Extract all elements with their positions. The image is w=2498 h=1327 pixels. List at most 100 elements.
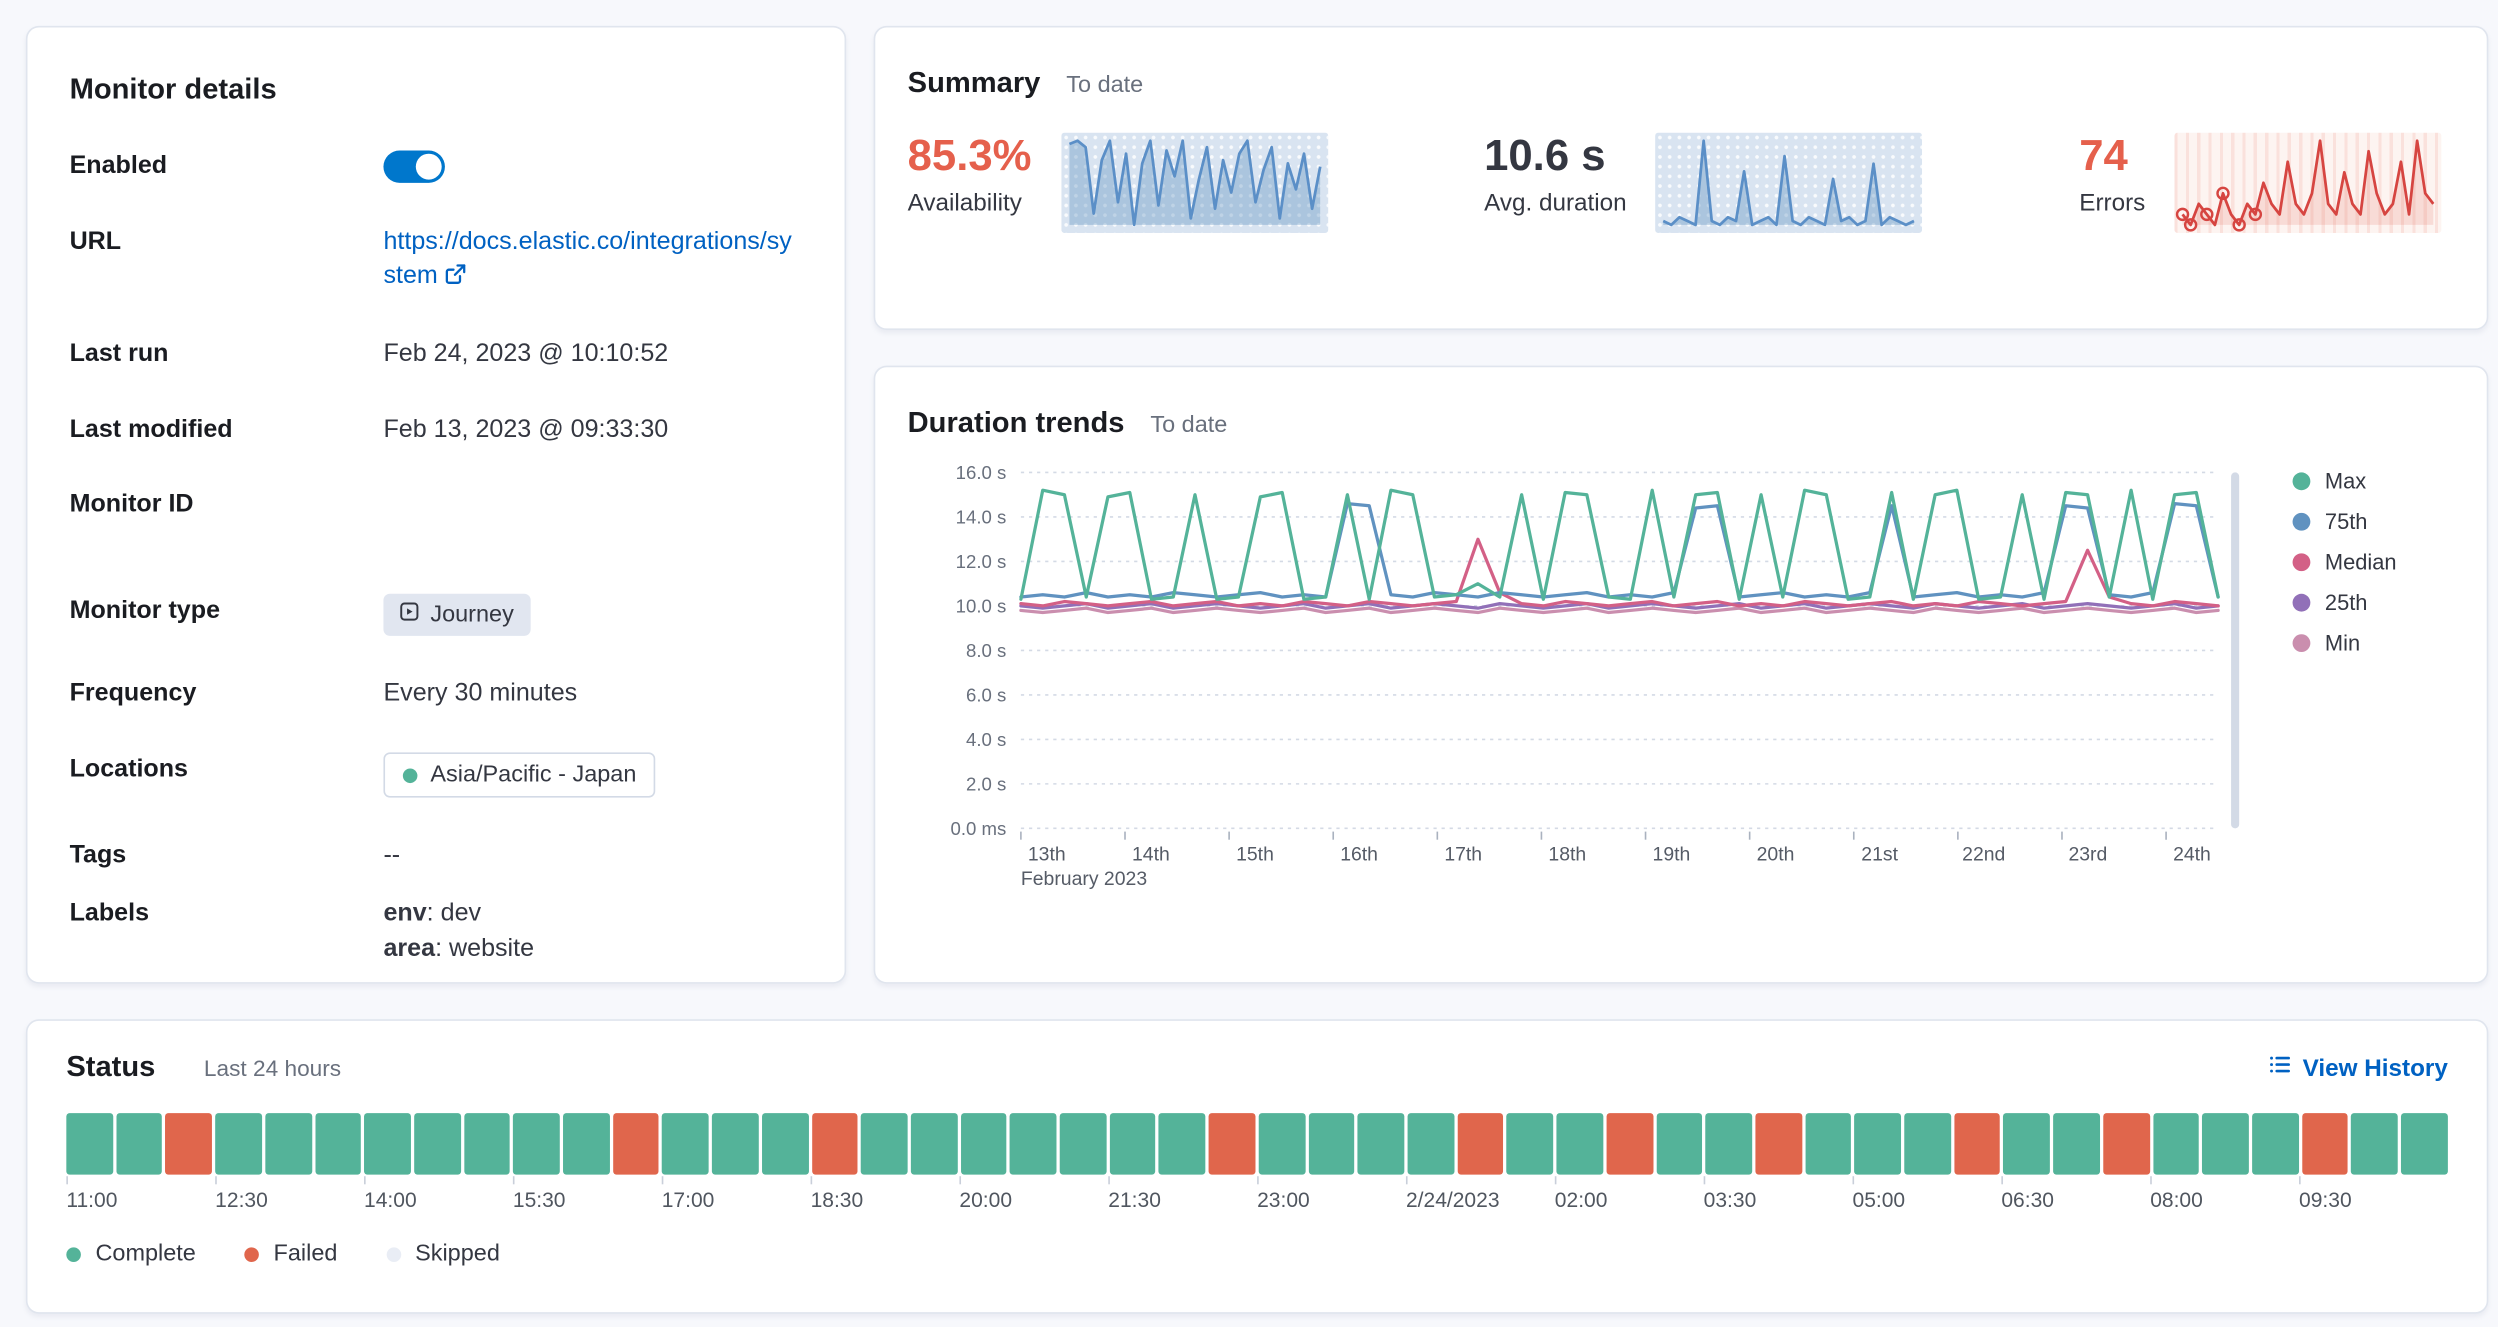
legend-label: 75th: [2325, 510, 2368, 534]
frequency-value: Every 30 minutes: [383, 677, 802, 712]
last-run-label: Last run: [70, 337, 384, 372]
label-env: env: dev: [383, 896, 802, 931]
monitor-id-label: Monitor ID: [70, 488, 384, 523]
status-segment-complete[interactable]: [315, 1113, 361, 1174]
errors_spark-svg: [2174, 133, 2441, 233]
legend-item-median[interactable]: Median: [2293, 550, 2397, 574]
row-monitor-id: Monitor ID: [70, 488, 803, 523]
view-history-link[interactable]: View History: [2269, 1053, 2448, 1082]
status-segment-complete[interactable]: [1855, 1113, 1901, 1174]
availability-value: 85.3%: [908, 133, 1032, 179]
status-segment-complete[interactable]: [861, 1113, 907, 1174]
legend-item-75th[interactable]: 75th: [2293, 510, 2397, 534]
status-axis-label: 05:00: [1852, 1188, 2001, 1212]
status-segment-failed[interactable]: [1457, 1113, 1503, 1174]
status-segment-failed[interactable]: [1755, 1113, 1801, 1174]
locations-label: Locations: [70, 753, 384, 788]
svg-text:15th: 15th: [1236, 844, 1274, 866]
status-segment-complete[interactable]: [1159, 1113, 1205, 1174]
status-segment-failed[interactable]: [166, 1113, 212, 1174]
last-modified-value: Feb 13, 2023 @ 09:33:30: [383, 412, 802, 447]
status-axis-label: 08:00: [2150, 1188, 2299, 1212]
status-segment-complete[interactable]: [2053, 1113, 2099, 1174]
enabled-label: Enabled: [70, 149, 384, 184]
status-segment-complete[interactable]: [1904, 1113, 1950, 1174]
legend-item-max[interactable]: Max: [2293, 469, 2397, 493]
row-last-modified: Last modified Feb 13, 2023 @ 09:33:30: [70, 412, 803, 447]
status-segment-failed[interactable]: [2103, 1113, 2149, 1174]
svg-text:14th: 14th: [1132, 844, 1170, 866]
legend-label: Max: [2325, 469, 2366, 493]
status-segment-complete[interactable]: [662, 1113, 708, 1174]
status-segment-complete[interactable]: [2202, 1113, 2248, 1174]
status-legend-dot-icon: [244, 1247, 259, 1262]
availability-label: Availability: [908, 190, 1032, 218]
status-segment-complete[interactable]: [2252, 1113, 2298, 1174]
svg-text:17th: 17th: [1444, 844, 1482, 866]
labels-label: Labels: [70, 896, 384, 931]
status-segment-failed[interactable]: [1954, 1113, 2000, 1174]
status-segment-complete[interactable]: [364, 1113, 410, 1174]
status-segment-complete[interactable]: [1110, 1113, 1156, 1174]
label-area: area: website: [383, 932, 802, 967]
status-segment-complete[interactable]: [2351, 1113, 2397, 1174]
duration-trends-chart: 0.0 ms2.0 s4.0 s6.0 s8.0 s10.0 s12.0 s14…: [908, 453, 2455, 938]
availability-sparkline-chart: [1061, 133, 1328, 233]
legend-item-min[interactable]: Min: [2293, 631, 2397, 655]
status-segment-complete[interactable]: [464, 1113, 510, 1174]
status-segment-complete[interactable]: [1358, 1113, 1404, 1174]
status-segment-failed[interactable]: [613, 1113, 659, 1174]
svg-text:February 2023: February 2023: [1021, 868, 1147, 890]
status-axis-label: 14:00: [364, 1188, 513, 1212]
status-legend-item-skipped[interactable]: Skipped: [386, 1241, 500, 1267]
status-segment-complete[interactable]: [1507, 1113, 1553, 1174]
status-segment-complete[interactable]: [1408, 1113, 1454, 1174]
status-axis-label: 21:30: [1108, 1188, 1257, 1212]
legend-label: Median: [2325, 550, 2397, 574]
status-segment-complete[interactable]: [1557, 1113, 1603, 1174]
status-legend-dot-icon: [66, 1247, 81, 1262]
status-segment-failed[interactable]: [2302, 1113, 2348, 1174]
status-legend-item-complete[interactable]: Complete: [66, 1241, 196, 1267]
status-legend-label: Skipped: [415, 1241, 500, 1267]
status-segment-complete[interactable]: [1656, 1113, 1702, 1174]
status-axis-label: 18:30: [811, 1188, 960, 1212]
status-segment-complete[interactable]: [762, 1113, 808, 1174]
tags-label: Tags: [70, 839, 384, 874]
status-segment-complete[interactable]: [1060, 1113, 1106, 1174]
svg-text:20th: 20th: [1757, 844, 1795, 866]
status-segment-complete[interactable]: [116, 1113, 162, 1174]
svg-text:13th: 13th: [1028, 844, 1066, 866]
status-segment-complete[interactable]: [712, 1113, 758, 1174]
status-legend-dot-icon: [386, 1247, 401, 1262]
status-segment-failed[interactable]: [1606, 1113, 1652, 1174]
legend-dot-icon: [2293, 472, 2311, 490]
status-segment-complete[interactable]: [265, 1113, 311, 1174]
status-segment-complete[interactable]: [1259, 1113, 1305, 1174]
status-segment-complete[interactable]: [911, 1113, 957, 1174]
monitor-url-link[interactable]: https://docs.elastic.co/integrations/sys…: [383, 224, 802, 296]
monitor-details-panel: Monitor details Enabled URL https://docs…: [26, 26, 846, 984]
status-segment-complete[interactable]: [513, 1113, 559, 1174]
enabled-toggle[interactable]: [383, 150, 444, 182]
status-segment-complete[interactable]: [66, 1113, 112, 1174]
status-segment-complete[interactable]: [414, 1113, 460, 1174]
status-segment-complete[interactable]: [1308, 1113, 1354, 1174]
status-segment-complete[interactable]: [2153, 1113, 2199, 1174]
status-axis-label: 06:30: [2001, 1188, 2150, 1212]
svg-text:2.0 s: 2.0 s: [966, 773, 1006, 794]
status-segment-failed[interactable]: [811, 1113, 857, 1174]
status-legend-item-failed[interactable]: Failed: [244, 1241, 337, 1267]
status-segment-complete[interactable]: [960, 1113, 1006, 1174]
legend-item-25th[interactable]: 25th: [2293, 591, 2397, 615]
status-segment-complete[interactable]: [563, 1113, 609, 1174]
status-segment-complete[interactable]: [215, 1113, 261, 1174]
status-segment-complete[interactable]: [2401, 1113, 2447, 1174]
status-axis-label: 09:30: [2299, 1188, 2448, 1212]
status-segment-failed[interactable]: [1209, 1113, 1255, 1174]
status-segment-complete[interactable]: [1805, 1113, 1851, 1174]
status-segment-complete[interactable]: [1010, 1113, 1056, 1174]
status-segment-complete[interactable]: [1706, 1113, 1752, 1174]
summary-panel: Summary To date 85.3% Availability 10.6 …: [874, 26, 2489, 330]
status-segment-complete[interactable]: [2004, 1113, 2050, 1174]
